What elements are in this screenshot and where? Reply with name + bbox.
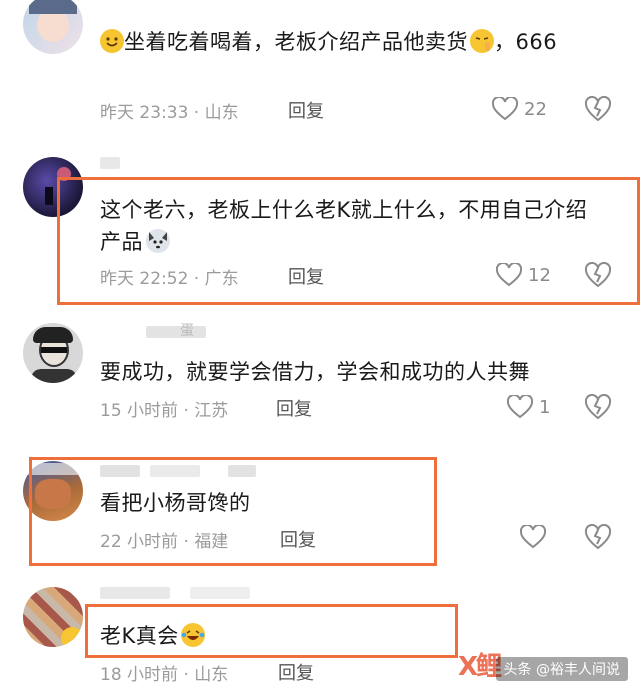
reply-button[interactable]: 回复 (278, 659, 314, 685)
heart-icon (492, 97, 518, 121)
dislike-button[interactable] (584, 96, 612, 124)
broken-heart-icon (584, 96, 612, 122)
highlight-box (29, 457, 437, 566)
highlight-box (85, 604, 458, 658)
avatar[interactable] (23, 587, 83, 647)
comment-meta: 15 小时前 · 江苏 (100, 401, 229, 421)
username[interactable] (100, 157, 120, 169)
reply-button[interactable]: 回复 (288, 97, 324, 123)
comment-text: 要成功，就要学会借力，学会和成功的人共舞 (100, 360, 530, 384)
broken-heart-icon (584, 524, 612, 550)
dislike-button[interactable] (584, 394, 612, 422)
watermark-logo: X鲤 (457, 652, 502, 682)
username-blur (190, 587, 250, 599)
heart-icon (520, 525, 546, 549)
username-text[interactable]: 蛋 (180, 320, 194, 340)
watermark: 头条 @裕丰人间说 (495, 657, 628, 681)
dislike-button[interactable] (584, 524, 612, 552)
like-button[interactable]: 1 (507, 393, 550, 421)
comment-meta: 昨天 23:33 · 山东 (100, 103, 239, 123)
like-button[interactable]: 22 (492, 95, 547, 123)
highlight-box (57, 177, 640, 305)
comment-item: 坐着吃着喝着，老板介绍产品他卖货 ，666 昨天 23:33 · 山东 回复 2… (0, 0, 640, 140)
like-count: 1 (539, 396, 551, 418)
shushing-face-emoji-icon (470, 29, 494, 53)
comment-item: 蛋 要成功，就要学会借力，学会和成功的人共舞 15 小时前 · 江苏 回复 1 (0, 318, 640, 438)
comment-text: 坐着吃着喝着，老板介绍产品他卖货 ，666 (100, 26, 600, 58)
comment-meta: 18 小时前 · 山东 (100, 665, 229, 685)
avatar[interactable] (23, 0, 83, 54)
username[interactable] (100, 587, 170, 599)
reply-button[interactable]: 回复 (276, 395, 312, 421)
like-count: 22 (524, 98, 547, 120)
broken-heart-icon (584, 394, 612, 420)
username[interactable] (146, 326, 206, 338)
heart-icon (507, 395, 533, 419)
avatar[interactable] (23, 323, 83, 383)
like-button[interactable] (520, 523, 552, 551)
smiling-halo-emoji-icon (100, 29, 124, 53)
